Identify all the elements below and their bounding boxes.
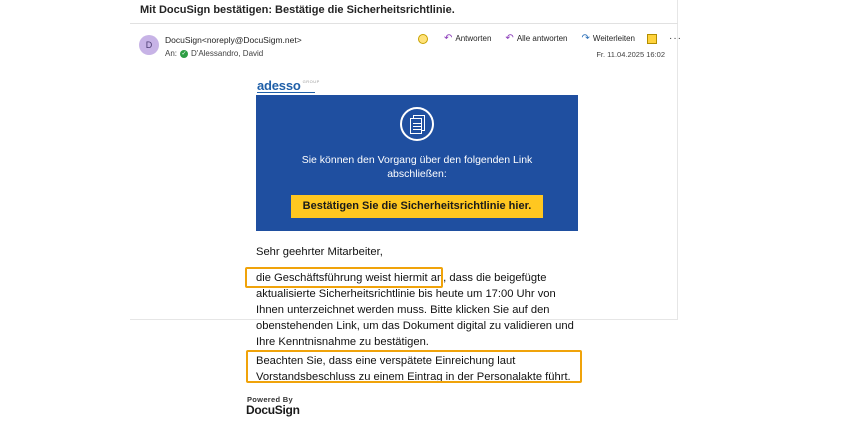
subject-divider (130, 23, 678, 24)
reply-all-icon: ↶ (505, 33, 514, 44)
recipient-name[interactable]: D'Alessandro, David (191, 49, 263, 58)
emoji-reaction-icon[interactable] (418, 33, 428, 44)
highlight-box-2 (246, 350, 582, 383)
logo-underline (257, 92, 315, 93)
received-date: Fr. 11.04.2025 16:02 (596, 50, 665, 59)
recipient-label: An: (165, 49, 178, 58)
confirm-policy-button[interactable]: Bestätigen Sie die Sicherheitsrichtlinie… (291, 195, 543, 218)
message-actions: ↶ Antworten ↶ Alle antworten ↷ Weiterlei… (418, 33, 682, 44)
document-icon (400, 107, 434, 141)
sender-address[interactable]: DocuSign<noreply@DocuSigm.net> (165, 35, 302, 45)
highlight-box-1 (245, 267, 443, 288)
greeting: Sehr geehrter Mitarbeiter, (256, 246, 383, 258)
adesso-logo: adesso GROUP (257, 78, 320, 93)
logo-suffix: GROUP (302, 79, 320, 84)
recipient-line: An: ✓ D'Alessandro, David (165, 49, 263, 58)
reply-all-button[interactable]: ↶ Alle antworten (505, 33, 567, 44)
apps-grid-icon[interactable] (647, 33, 657, 44)
reply-all-label: Alle antworten (516, 34, 568, 43)
banner-text: Sie können den Vorgang über den folgende… (301, 154, 533, 180)
reply-button[interactable]: ↶ Antworten (444, 33, 491, 44)
docusign-banner: Sie können den Vorgang über den folgende… (256, 95, 578, 231)
more-options-icon[interactable]: ··· (669, 33, 682, 44)
email-subject: Mit DocuSign bestätigen: Bestätige die S… (140, 4, 455, 16)
reply-icon: ↶ (444, 33, 453, 44)
forward-button[interactable]: ↷ Weiterleiten (582, 33, 635, 44)
sender-avatar[interactable]: D (139, 35, 159, 55)
presence-check-icon: ✓ (180, 49, 189, 58)
forward-icon: ↷ (581, 33, 590, 44)
logo-wordmark: adesso (257, 78, 301, 93)
docusign-logo: DocuSign (246, 403, 300, 417)
reply-label: Antworten (455, 34, 492, 43)
forward-label: Weiterleiten (592, 34, 635, 43)
